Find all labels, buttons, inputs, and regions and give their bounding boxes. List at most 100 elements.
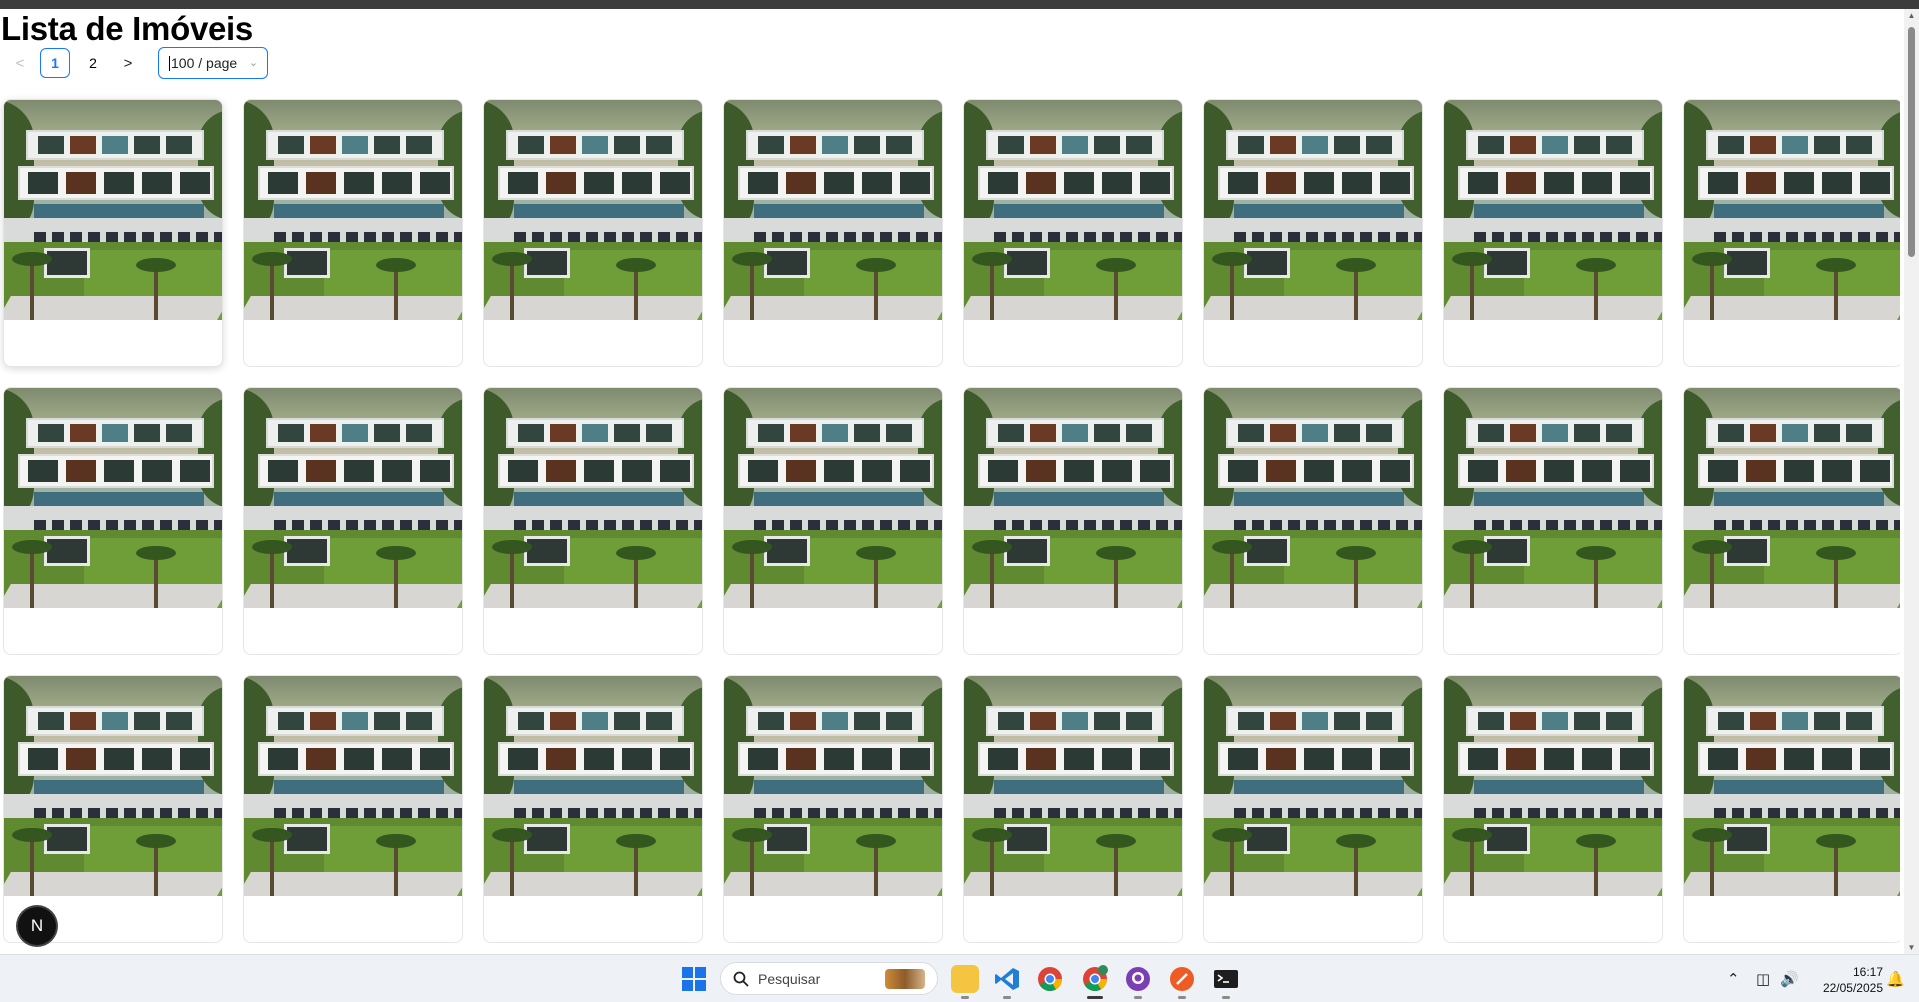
property-image bbox=[1204, 676, 1422, 896]
property-card[interactable] bbox=[483, 675, 703, 943]
property-card-body bbox=[1444, 608, 1662, 654]
property-card-body bbox=[724, 896, 942, 942]
property-card-body bbox=[484, 896, 702, 942]
property-image bbox=[1444, 388, 1662, 608]
taskbar-running-indicator bbox=[961, 996, 969, 999]
property-card[interactable] bbox=[963, 99, 1183, 367]
property-image bbox=[4, 676, 222, 896]
property-image bbox=[964, 388, 1182, 608]
property-card[interactable] bbox=[1203, 387, 1423, 655]
property-image bbox=[724, 676, 942, 896]
network-icon[interactable]: ◫ bbox=[1756, 970, 1770, 988]
chrome-profile-icon[interactable] bbox=[1081, 965, 1109, 993]
property-card[interactable] bbox=[1443, 99, 1663, 367]
property-card[interactable] bbox=[723, 387, 943, 655]
property-image bbox=[1444, 676, 1662, 896]
page-size-select[interactable]: 100 / page ⌄ bbox=[158, 47, 268, 79]
property-image bbox=[724, 388, 942, 608]
property-card[interactable] bbox=[1683, 99, 1900, 367]
page-scrollbar[interactable]: ▲ ▼ bbox=[1904, 9, 1919, 954]
property-image bbox=[4, 388, 222, 608]
property-card-body bbox=[724, 608, 942, 654]
scroll-up-arrow-icon[interactable]: ▲ bbox=[1907, 11, 1916, 20]
property-card[interactable] bbox=[723, 99, 943, 367]
taskbar-running-indicator bbox=[1222, 996, 1230, 999]
pagination-page-2[interactable]: 2 bbox=[78, 48, 108, 78]
property-card[interactable] bbox=[723, 675, 943, 943]
property-card-body bbox=[1684, 608, 1900, 654]
taskbar-search-placeholder: Pesquisar bbox=[758, 970, 821, 987]
windows-start-icon[interactable] bbox=[682, 967, 706, 991]
property-card[interactable] bbox=[1443, 387, 1663, 655]
scroll-down-arrow-icon[interactable]: ▼ bbox=[1907, 943, 1916, 952]
chevron-left-icon: < bbox=[15, 54, 25, 72]
property-card[interactable] bbox=[1443, 675, 1663, 943]
property-image bbox=[1204, 100, 1422, 320]
file-explorer-icon[interactable] bbox=[951, 965, 979, 993]
property-card[interactable] bbox=[243, 675, 463, 943]
property-card-body bbox=[1684, 896, 1900, 942]
property-image bbox=[484, 676, 702, 896]
vscode-icon[interactable] bbox=[993, 965, 1021, 993]
property-image bbox=[1684, 388, 1900, 608]
clock-date: 22/05/2025 bbox=[1822, 981, 1883, 995]
property-card[interactable] bbox=[483, 387, 703, 655]
property-card[interactable] bbox=[243, 99, 463, 367]
scroll-thumb[interactable] bbox=[1908, 27, 1915, 257]
pagination-prev-button[interactable]: < bbox=[4, 47, 36, 79]
property-image bbox=[724, 100, 942, 320]
text-cursor bbox=[169, 55, 170, 71]
property-image bbox=[244, 100, 462, 320]
property-card-body bbox=[244, 896, 462, 942]
property-card-body bbox=[244, 608, 462, 654]
property-card[interactable] bbox=[3, 99, 223, 367]
property-image bbox=[1684, 676, 1900, 896]
volume-icon[interactable]: 🔊 bbox=[1780, 970, 1799, 988]
pagination: < 1 2 > 100 / page ⌄ bbox=[4, 47, 268, 79]
page-title: Lista de Imóveis bbox=[1, 10, 253, 47]
property-card[interactable] bbox=[1683, 675, 1900, 943]
property-card[interactable] bbox=[243, 387, 463, 655]
property-card-body bbox=[964, 896, 1182, 942]
taskbar-clock[interactable]: 16:17 22/05/2025 bbox=[1803, 964, 1883, 996]
taskbar-running-indicator bbox=[1003, 996, 1011, 999]
property-image bbox=[4, 100, 222, 320]
property-card[interactable] bbox=[483, 99, 703, 367]
property-card-body bbox=[1444, 896, 1662, 942]
terminal-icon[interactable] bbox=[1212, 965, 1240, 993]
property-card-body bbox=[4, 320, 222, 366]
property-card-body bbox=[1204, 608, 1422, 654]
chrome-icon[interactable] bbox=[1036, 965, 1064, 993]
taskbar-running-indicator bbox=[1134, 996, 1142, 999]
property-card[interactable] bbox=[963, 387, 1183, 655]
property-image bbox=[1204, 388, 1422, 608]
show-hidden-icons-chevron-icon[interactable]: ⌃ bbox=[1727, 970, 1740, 988]
property-card[interactable] bbox=[1203, 675, 1423, 943]
page-size-value: 100 / page bbox=[171, 55, 238, 71]
windows-taskbar: Pesquisar ⌃ ◫ 🔊 16:17 22/05/2025 🔔 bbox=[0, 954, 1919, 1002]
property-card[interactable] bbox=[1683, 387, 1900, 655]
taskbar-search-box[interactable]: Pesquisar bbox=[720, 962, 938, 995]
property-card[interactable] bbox=[963, 675, 1183, 943]
property-image bbox=[484, 100, 702, 320]
chevron-right-icon: > bbox=[123, 54, 133, 72]
github-desktop-icon[interactable] bbox=[1124, 965, 1152, 993]
property-card[interactable] bbox=[1203, 99, 1423, 367]
postman-icon[interactable] bbox=[1168, 965, 1196, 993]
property-card[interactable] bbox=[3, 387, 223, 655]
browser-top-strip bbox=[0, 0, 1919, 9]
property-card-body bbox=[724, 320, 942, 366]
pagination-next-button[interactable]: > bbox=[112, 47, 144, 79]
property-card-body bbox=[964, 608, 1182, 654]
property-image bbox=[1444, 100, 1662, 320]
nextjs-dev-indicator-button[interactable]: N bbox=[18, 907, 56, 945]
pagination-page-1[interactable]: 1 bbox=[40, 48, 70, 78]
property-image bbox=[484, 388, 702, 608]
chevron-down-icon: ⌄ bbox=[248, 57, 258, 69]
nextjs-logo-icon: N bbox=[30, 916, 44, 935]
notification-bell-icon[interactable]: 🔔 bbox=[1886, 970, 1905, 988]
property-card[interactable] bbox=[3, 675, 223, 943]
property-card-body bbox=[1204, 320, 1422, 366]
clock-time: 16:17 bbox=[1852, 965, 1883, 979]
taskbar-active-indicator bbox=[1087, 996, 1103, 999]
